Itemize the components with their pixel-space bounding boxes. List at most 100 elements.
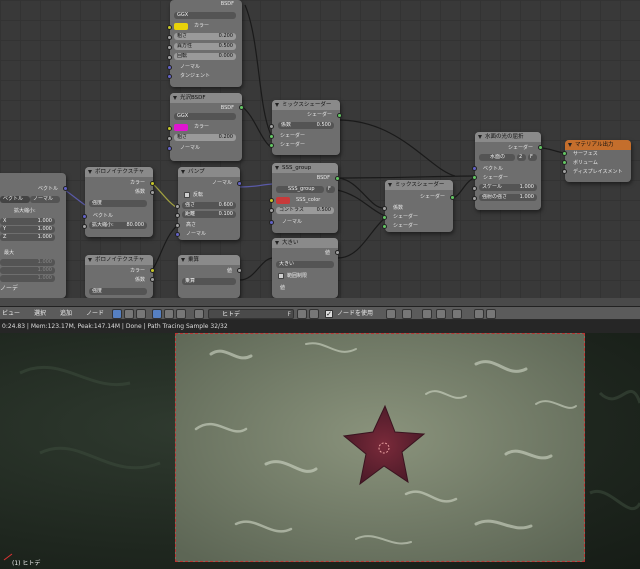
color-swatch[interactable]	[174, 23, 188, 30]
mix-shader-header[interactable]: ミックスシェーダー	[272, 100, 340, 110]
scale-z-field[interactable]: Z 1.000	[0, 234, 55, 241]
scale-y-field[interactable]: Y 1.000	[0, 226, 55, 233]
collapse-triangle-icon[interactable]	[173, 96, 177, 100]
rotation-field[interactable]: 回転 0.000	[174, 53, 236, 60]
socket-shader-out[interactable]	[337, 113, 342, 118]
material-output-header[interactable]: マテリアル出力	[565, 140, 631, 150]
menu-node[interactable]: ノード	[86, 307, 104, 321]
socket-shader-b-in[interactable]	[382, 224, 387, 229]
collapse-triangle-icon[interactable]	[275, 241, 279, 245]
socket-factor-in[interactable]	[382, 206, 387, 211]
add-material-icon[interactable]	[297, 309, 307, 319]
menu-add[interactable]: 追加	[60, 307, 72, 321]
water-caustics-header[interactable]: 水面の光の屈折	[475, 132, 541, 142]
rendered-viewport[interactable]	[0, 333, 640, 569]
socket-strength-in[interactable]	[175, 204, 180, 209]
mapping-node[interactable]: ベクトル ベクトル ノーマル 拡大縮小: X 1.000 Y 1.000 Z 1.00…	[0, 173, 66, 298]
operation-select[interactable]: 大きい	[276, 261, 334, 268]
multiply-math-node[interactable]: 乗算 値 乗算	[178, 255, 240, 298]
voronoi-header[interactable]: ボロノイテクスチャ	[85, 167, 153, 177]
tab-vector[interactable]: ベクトル	[0, 196, 30, 203]
max-x-field[interactable]: 1.000	[0, 259, 55, 266]
menu-select[interactable]: 選択	[34, 307, 46, 321]
collapse-triangle-icon[interactable]	[275, 103, 279, 107]
socket-shader-b-in[interactable]	[269, 143, 274, 148]
socket-scale-in[interactable]	[472, 186, 477, 191]
sss-color-swatch[interactable]	[276, 197, 290, 204]
strength-field[interactable]: 強射の強さ 1.000	[479, 194, 537, 201]
mix-shader-header[interactable]: ミックスシェーダー	[385, 180, 453, 190]
collapse-triangle-icon[interactable]	[88, 170, 92, 174]
socket-shader-out[interactable]	[538, 145, 543, 150]
socket-vector-in[interactable]	[82, 214, 87, 219]
sss-group-header[interactable]: SSS_group	[272, 163, 338, 173]
glossy-bsdf-node[interactable]: 光沢BSDF BSDF GGX カラー 粗さ 0.200 ノーマル	[170, 93, 242, 161]
group-fake-user-button[interactable]: F	[326, 186, 335, 193]
paste-nodes-icon[interactable]	[486, 309, 496, 319]
group-datablock-field[interactable]: 水面の	[479, 154, 515, 161]
collapse-triangle-icon[interactable]	[181, 170, 185, 174]
shader-nodes-icon[interactable]	[112, 309, 122, 319]
socket-vector-out[interactable]	[63, 186, 68, 191]
color-swatch[interactable]	[174, 124, 188, 131]
socket-volume-in[interactable]	[562, 160, 567, 165]
strength-field[interactable]: 強さ 0.600	[182, 202, 236, 209]
socket-rotation-in[interactable]	[167, 55, 172, 60]
socket-strength-in[interactable]	[472, 196, 477, 201]
coloring-select[interactable]: 強度	[89, 288, 147, 295]
menu-view[interactable]: ビュー	[2, 307, 20, 321]
anisotropic-bsdf-node[interactable]: BSDF GGX カラー 粗さ 0.200 異方性 0.500 回転 0.000 ノー…	[170, 0, 242, 87]
voronoi-texture-node-2[interactable]: ボロノイテクスチャ カラー 係数 強度	[85, 255, 153, 298]
socket-factor-out[interactable]	[150, 277, 155, 282]
socket-bsdf-out[interactable]	[335, 176, 340, 181]
socket-color-in[interactable]	[167, 25, 172, 30]
water-caustics-group-node[interactable]: 水面の光の屈折 シェーダー 水面の 2 F ベクトル シェーダー スケール 1.0…	[475, 132, 541, 210]
socket-bsdf-out[interactable]	[239, 105, 244, 110]
socket-displacement-in[interactable]	[562, 169, 567, 174]
socket-distance-in[interactable]	[175, 213, 180, 218]
snap-icon[interactable]	[422, 309, 432, 319]
snap-target-icon[interactable]	[452, 309, 462, 319]
area-divider[interactable]	[0, 298, 640, 306]
socket-factor-in[interactable]	[269, 124, 274, 129]
scale-field[interactable]: スケール 1.000	[479, 184, 537, 191]
world-shader-icon[interactable]	[164, 309, 174, 319]
socket-normal-in[interactable]	[167, 65, 172, 70]
material-datablock-field[interactable]: ヒトデ F	[208, 309, 294, 319]
use-nodes-checkbox[interactable]: ✓	[325, 310, 333, 318]
distance-field[interactable]: 距離 0.100	[182, 211, 236, 218]
sss-group-node[interactable]: SSS_group BSDF SSS_group F SSS_color コント…	[272, 163, 338, 233]
material-output-node[interactable]: マテリアル出力 サーフェス ボリューム ディスプレイスメント	[565, 140, 631, 182]
socket-normal-in[interactable]	[167, 146, 172, 151]
contrast-field[interactable]: コントラス 0.500	[276, 207, 334, 214]
collapse-triangle-icon[interactable]	[568, 143, 572, 147]
socket-roughness-in[interactable]	[167, 136, 172, 141]
math-header[interactable]: 大きい	[272, 238, 338, 248]
socket-factor-out[interactable]	[150, 190, 155, 195]
math-header[interactable]: 乗算	[178, 255, 240, 265]
socket-scale-in[interactable]	[82, 224, 87, 229]
socket-surface-in[interactable]	[562, 151, 567, 156]
collapse-triangle-icon[interactable]	[478, 135, 482, 139]
socket-tangent-in[interactable]	[167, 74, 172, 79]
group-fake-user-button[interactable]: F	[528, 154, 537, 161]
tab-normal[interactable]: ノーマル	[30, 196, 60, 203]
collapse-triangle-icon[interactable]	[88, 258, 92, 262]
collapse-triangle-icon[interactable]	[181, 258, 185, 262]
socket-color-out[interactable]	[150, 268, 155, 273]
operation-select[interactable]: 乗算	[182, 278, 236, 285]
node-editor[interactable]: BSDF GGX カラー 粗さ 0.200 異方性 0.500 回転 0.000 ノー…	[0, 0, 640, 298]
socket-value-out[interactable]	[335, 250, 340, 255]
socket-height-in[interactable]	[175, 223, 180, 228]
clamp-checkbox[interactable]	[278, 273, 284, 279]
bump-node[interactable]: バンプ ノーマル 反転 強さ 0.600 距離 0.100 高さ ノーマル	[178, 167, 240, 240]
linestyle-shader-icon[interactable]	[176, 309, 186, 319]
max-z-field[interactable]: 1.000	[0, 275, 55, 282]
object-shader-icon[interactable]	[152, 309, 162, 319]
socket-normal-in[interactable]	[269, 220, 274, 225]
socket-color-in[interactable]	[269, 198, 274, 203]
group-users-count[interactable]: 2	[517, 154, 526, 161]
unlink-material-icon[interactable]	[309, 309, 319, 319]
socket-shader-a-in[interactable]	[382, 215, 387, 220]
collapse-triangle-icon[interactable]	[275, 166, 279, 170]
